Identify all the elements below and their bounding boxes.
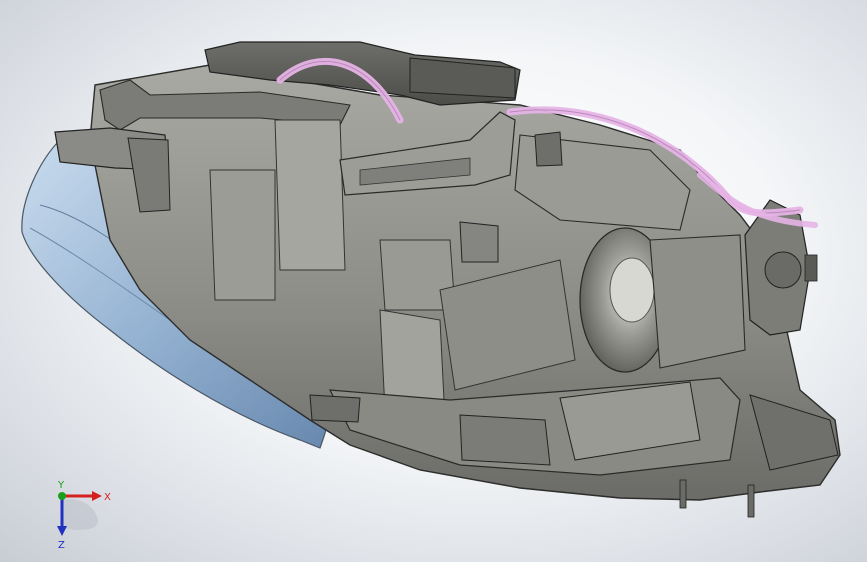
projector-module[interactable] [579,227,746,373]
y-axis-dot-icon [58,492,66,500]
z-axis-label: Z [58,540,65,551]
x-axis-arrow-icon [92,491,102,501]
x-axis-label: X [104,492,111,503]
cad-viewport[interactable] [0,0,867,562]
y-axis-label: Y [57,480,65,491]
axis-triad: X Y Z [57,480,111,551]
z-axis-arrow-icon [57,526,67,536]
